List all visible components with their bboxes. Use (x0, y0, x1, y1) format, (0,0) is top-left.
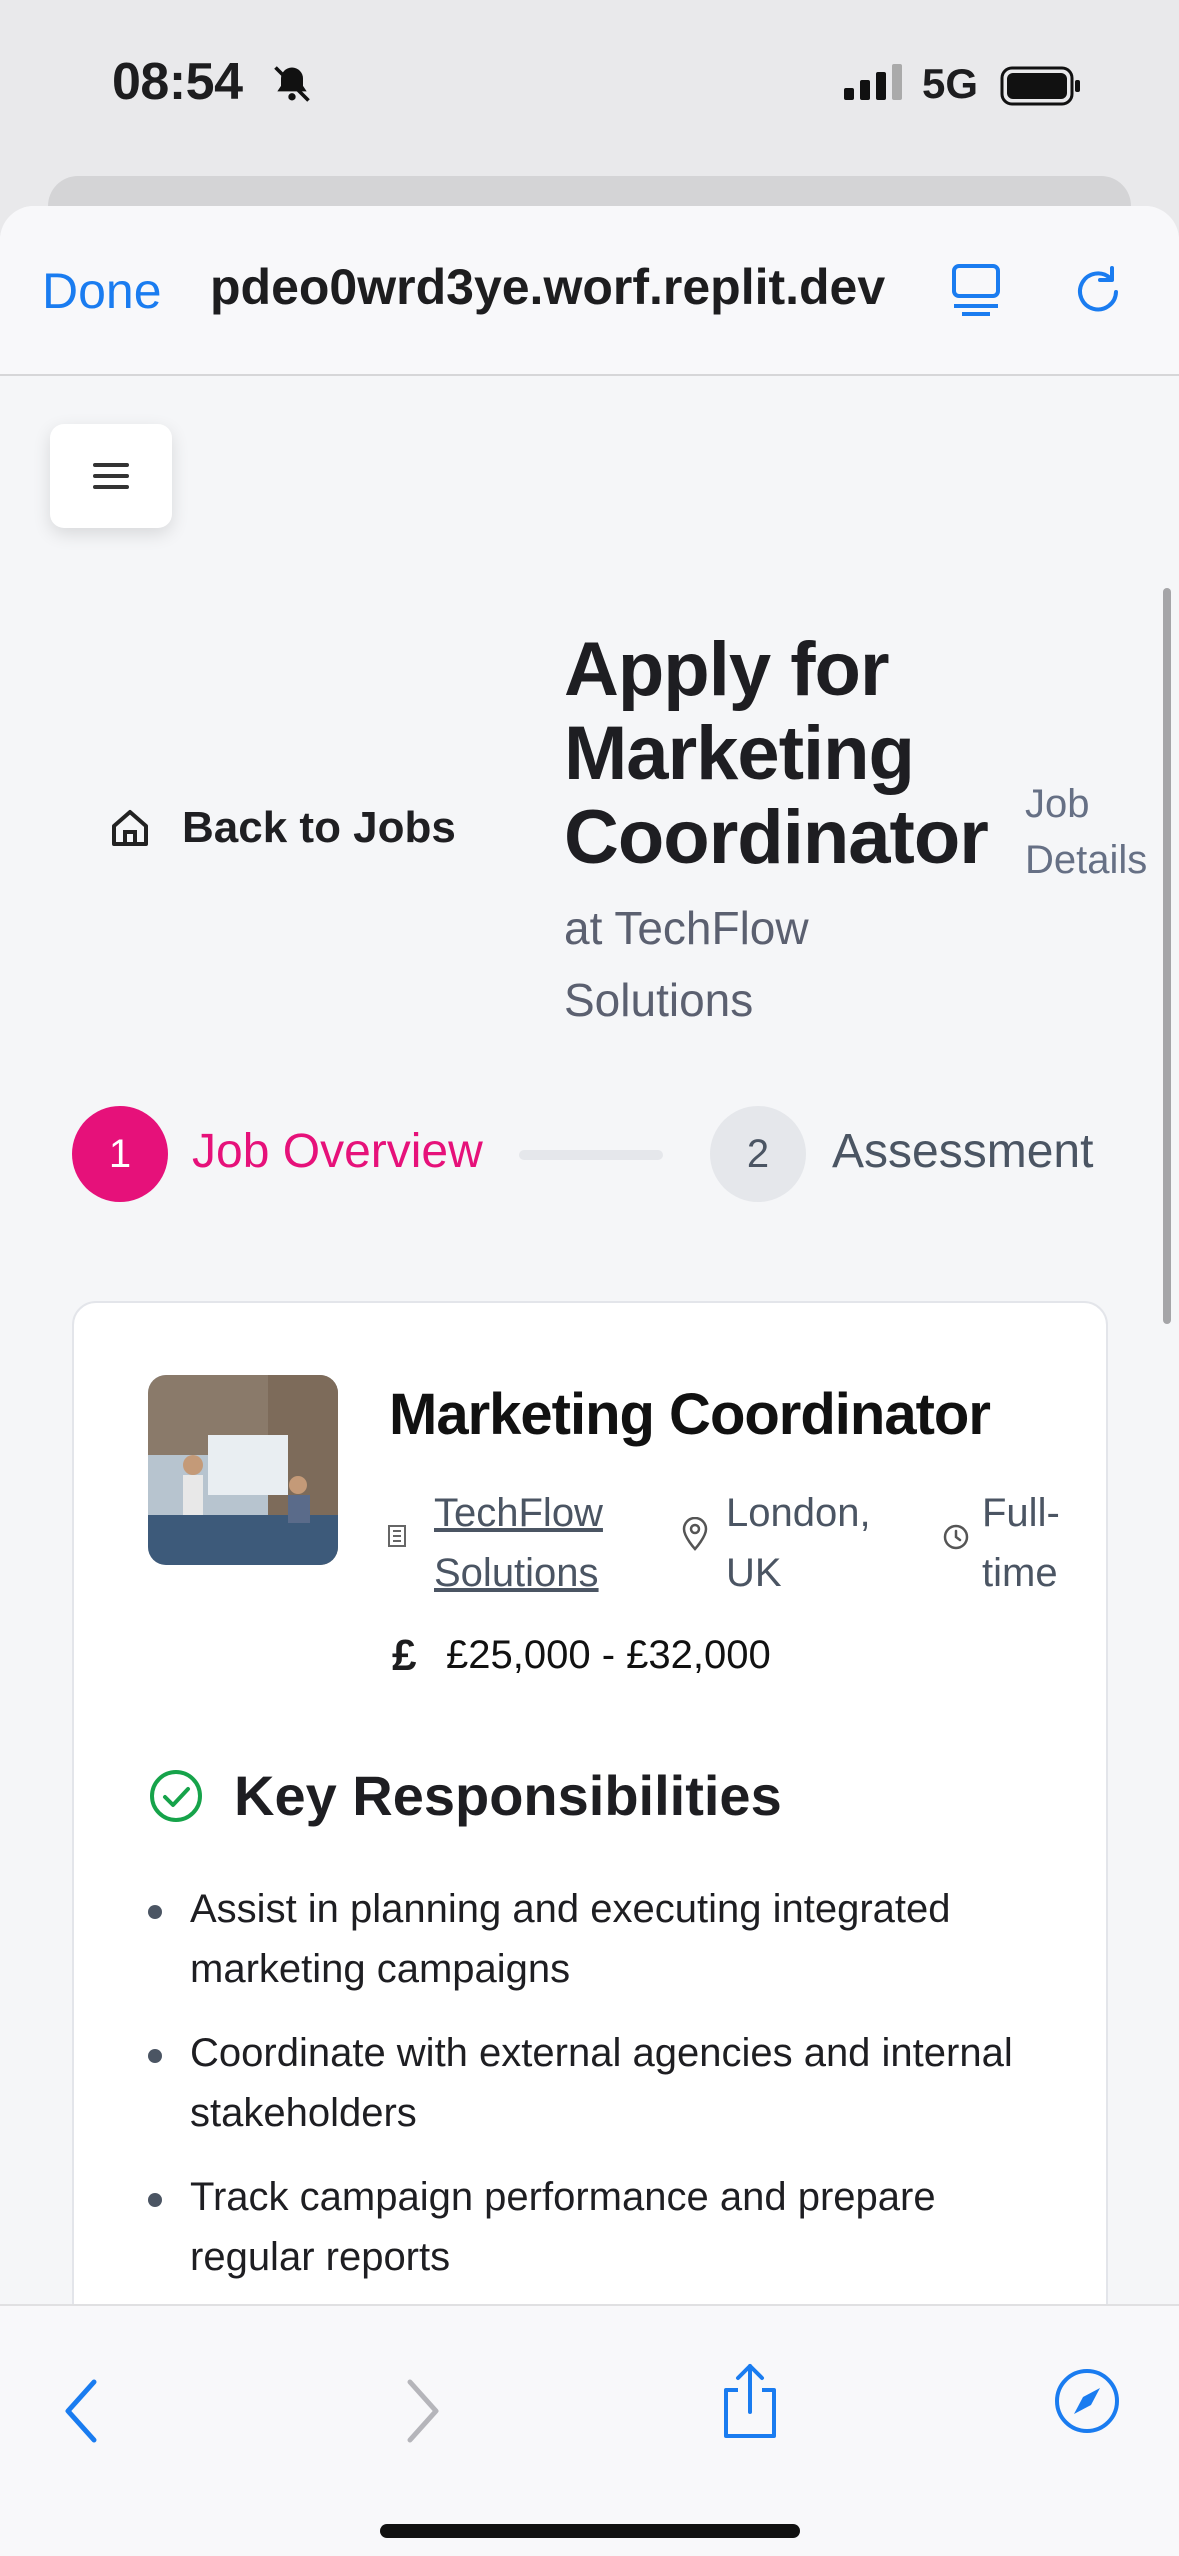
step-1-label[interactable]: Job Overview (192, 1124, 483, 1179)
browser-sheet: Done pdeo0wrd3ye.worf.replit.dev Back to… (0, 206, 1179, 2556)
responsibilities-heading: Key Responsibilities (148, 1763, 782, 1828)
vertical-scrollbar[interactable] (1163, 588, 1171, 1324)
home-icon (112, 810, 148, 846)
job-title: Marketing Coordinator (389, 1382, 991, 1447)
stepper: 1 Job Overview 2 Assessment (72, 1106, 1119, 1206)
step-1-circle[interactable]: 1 (72, 1106, 168, 1202)
home-indicator (380, 2524, 800, 2538)
clock-icon (943, 1524, 969, 1550)
done-button[interactable]: Done (42, 262, 162, 320)
page-subtitle: at TechFlow Solutions (564, 902, 809, 1026)
map-pin-icon (682, 1517, 708, 1551)
step-connector (519, 1150, 663, 1160)
menu-button[interactable] (50, 424, 172, 528)
bell-slash-icon (274, 66, 310, 102)
share-icon[interactable] (718, 2362, 782, 2442)
job-type: Full-time (982, 1491, 1060, 1595)
signal-icon (844, 64, 902, 100)
page-title: Apply for Marketing Coordinator (564, 627, 989, 880)
job-image (148, 1375, 338, 1565)
pound-icon: £ (392, 1631, 417, 1680)
web-page: Back to Jobs Apply for Marketing Coordin… (0, 376, 1179, 2306)
browser-toolbar (0, 2304, 1179, 2556)
building-icon (388, 1525, 406, 1547)
list-item: Coordinate with external agencies and in… (148, 2023, 1048, 2143)
check-circle-icon (150, 1769, 202, 1822)
job-location: London, UK (726, 1491, 871, 1595)
job-salary: £25,000 - £32,000 (446, 1633, 771, 1677)
company-link[interactable]: TechFlow Solutions (434, 1483, 634, 1603)
step-2-label[interactable]: Assessment (832, 1124, 1093, 1179)
url-field[interactable]: pdeo0wrd3ye.worf.replit.dev (210, 258, 910, 316)
network-label: 5G (922, 60, 979, 107)
step-2-circle[interactable]: 2 (710, 1106, 806, 1202)
reader-mode-icon[interactable] (950, 262, 1006, 318)
battery-icon (1000, 66, 1080, 106)
back-to-jobs-link[interactable]: Back to Jobs (108, 803, 456, 853)
reload-icon[interactable] (1070, 262, 1126, 318)
hamburger-icon (93, 463, 129, 489)
responsibilities-title: Key Responsibilities (234, 1764, 782, 1827)
list-item: Assist in planning and executing integra… (148, 1879, 1048, 1999)
back-chevron-icon[interactable] (60, 2376, 104, 2446)
responsibilities-list: Assist in planning and executing integra… (148, 1879, 1048, 2306)
browser-top-bar: Done pdeo0wrd3ye.worf.replit.dev (0, 206, 1179, 376)
compass-icon[interactable] (1052, 2366, 1122, 2436)
back-to-jobs-label: Back to Jobs (182, 803, 456, 852)
status-time: 08:54 (112, 53, 243, 111)
job-card: Marketing Coordinator TechFlow Solutions… (72, 1301, 1108, 2306)
job-details-link[interactable]: Job Details (1025, 776, 1175, 888)
list-item: Track campaign performance and prepare r… (148, 2167, 1048, 2287)
forward-chevron-icon[interactable] (400, 2376, 444, 2446)
